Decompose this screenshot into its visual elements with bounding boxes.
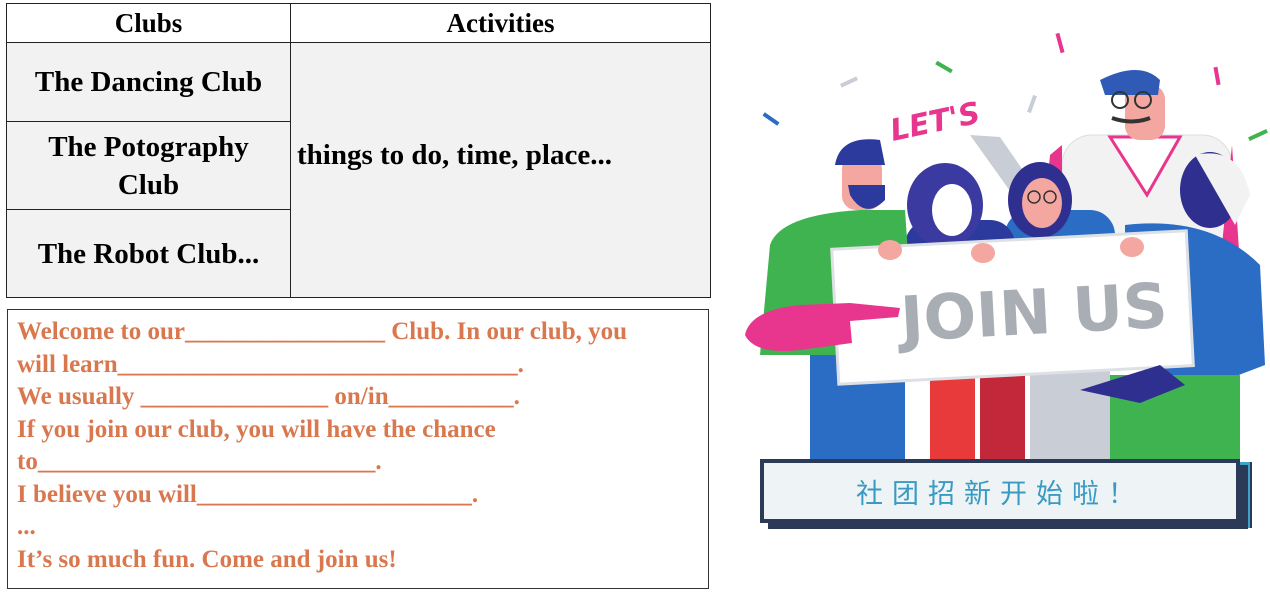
club-dancing: The Dancing Club <box>6 42 291 122</box>
banner-stripe <box>1238 462 1252 528</box>
template-line: We usually _______________ on/in________… <box>17 383 520 410</box>
template-line: Welcome to our________________ Club. In … <box>17 318 627 345</box>
club-robot: The Robot Club... <box>6 209 291 298</box>
clubs-activities-table: Clubs Activities The Dancing Club things… <box>6 3 711 298</box>
table-header-row: Clubs Activities <box>6 3 711 43</box>
header-activities: Activities <box>290 3 711 43</box>
activities-cell: things to do, time, place... <box>290 42 711 298</box>
club-photography: The Potography Club <box>6 121 291 210</box>
template-line: If you join our club, you will have the … <box>17 415 496 443</box>
template-line: to___________________________. <box>17 448 382 475</box>
template-line: It’s so much fun. Come and join us! <box>17 545 397 573</box>
template-line: I believe you will______________________… <box>17 480 479 508</box>
confetti-decoration <box>762 32 1268 142</box>
lets-text: LET'S <box>887 96 983 149</box>
template-line: will learn______________________________… <box>17 350 524 378</box>
sign-text: JOIN US <box>895 269 1170 356</box>
banner-text: 社团招新开始啦！ <box>856 478 1144 510</box>
recruitment-banner: 社团招新开始啦！ <box>760 459 1240 523</box>
table-row: The Dancing Club things to do, time, pla… <box>6 42 711 298</box>
writing-template-box: Welcome to our________________ Club. In … <box>7 309 709 589</box>
join-us-illustration: LET'S JOIN US <box>745 32 1268 470</box>
template-line: ... <box>17 513 36 540</box>
header-clubs: Clubs <box>6 3 291 43</box>
